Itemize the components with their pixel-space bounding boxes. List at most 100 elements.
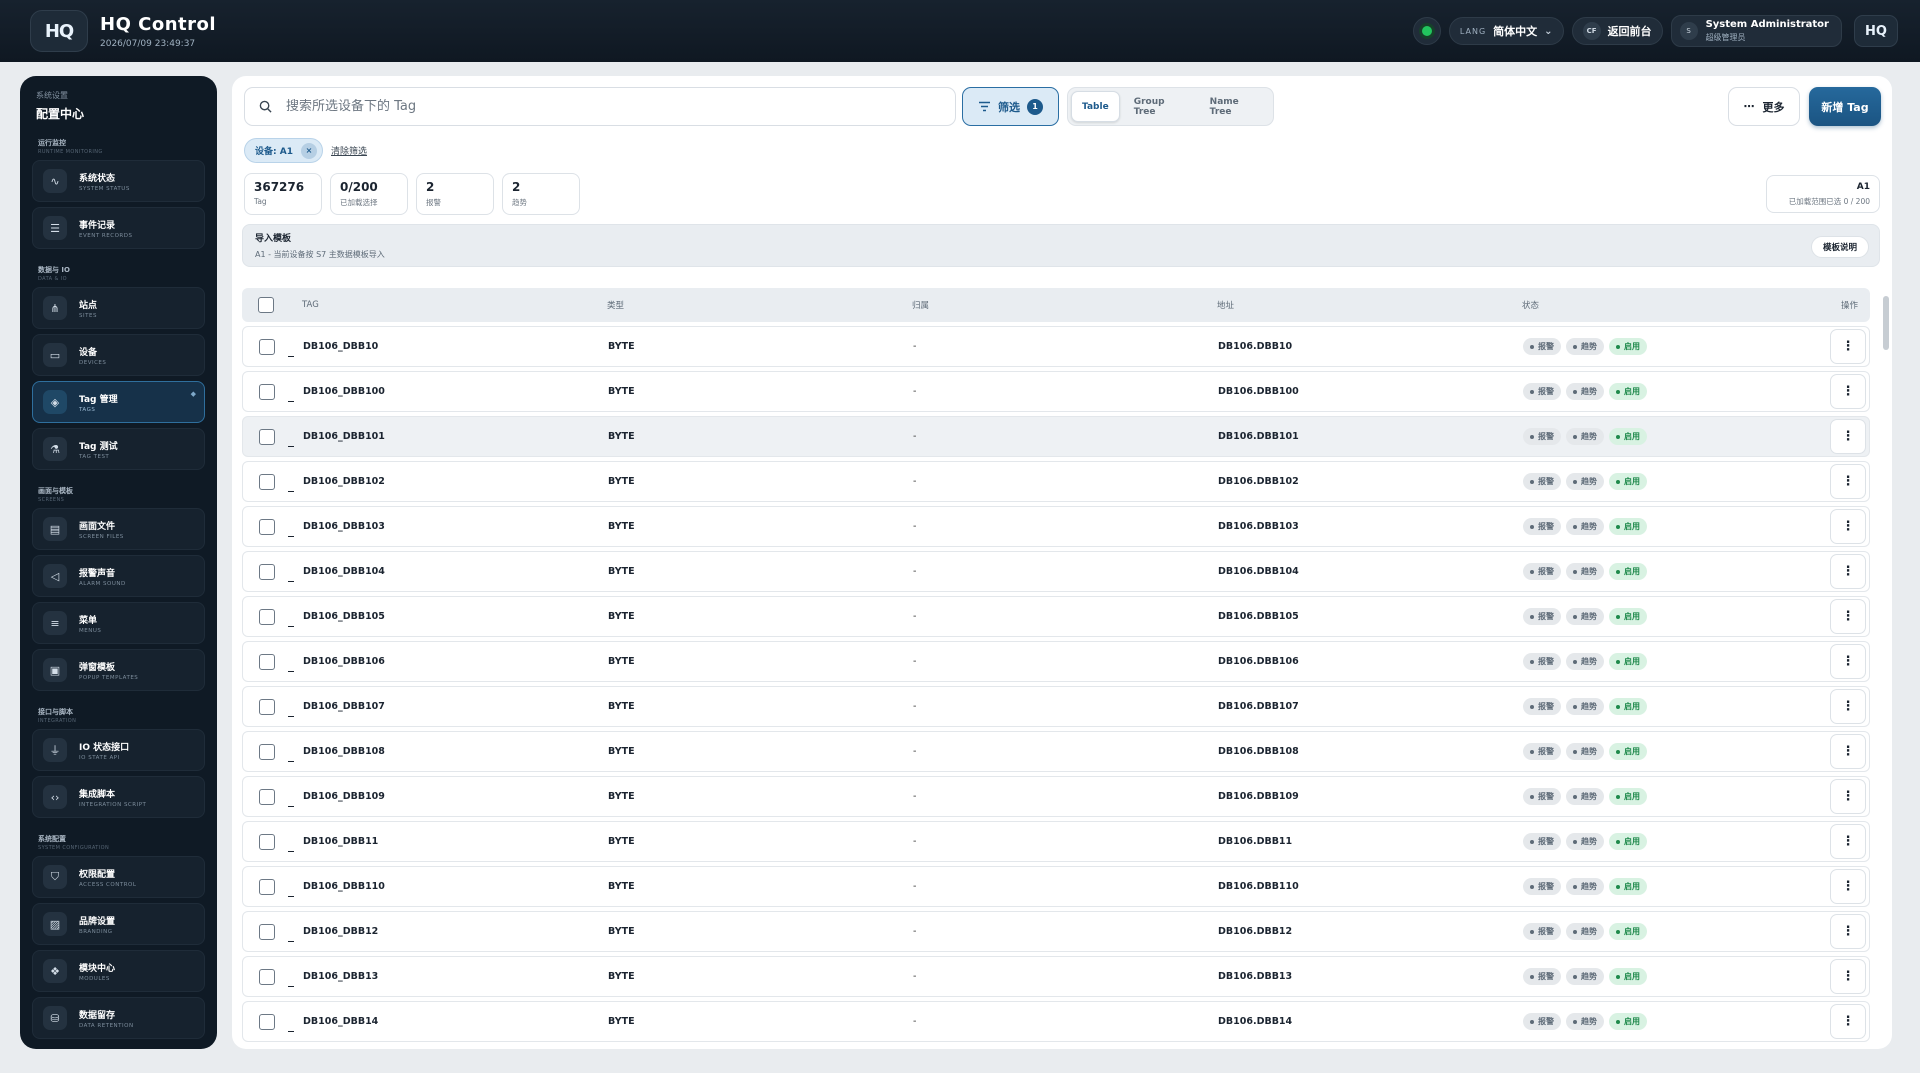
- sidebar-item[interactable]: ▤ 画面文件 SCREEN FILES: [32, 508, 205, 550]
- row-actions-button[interactable]: ⋮: [1830, 689, 1866, 724]
- row-checkbox[interactable]: [259, 698, 275, 715]
- row-checkbox[interactable]: [259, 788, 275, 805]
- brand-logo-small[interactable]: HQ: [1854, 15, 1898, 47]
- row-actions-button[interactable]: ⋮: [1830, 464, 1866, 499]
- cell-address: DB106.DBB10: [1218, 341, 1293, 352]
- row-checkbox[interactable]: [259, 473, 275, 490]
- table-row[interactable]: DB106_DBB11 BYTE - DB106.DBB11 报警 趋势 启用 …: [242, 821, 1870, 862]
- sidebar-item[interactable]: ⏚ IO 状态接口 IO STATE API: [32, 729, 205, 771]
- sidebar-item[interactable]: ≡ 菜单 MENUS: [32, 602, 205, 644]
- table-row[interactable]: DB106_DBB108 BYTE - DB106.DBB108 报警 趋势 启…: [242, 731, 1870, 772]
- more-button[interactable]: ⋯ 更多: [1728, 87, 1800, 126]
- table-row[interactable]: DB106_DBB14 BYTE - DB106.DBB14 报警 趋势 启用 …: [242, 1001, 1870, 1042]
- row-checkbox[interactable]: [259, 653, 275, 670]
- row-checkbox[interactable]: [259, 563, 275, 580]
- sidebar-item[interactable]: ∿ 系统状态 SYSTEM STATUS: [32, 160, 205, 202]
- row-checkbox[interactable]: [259, 968, 275, 985]
- sidebar-item[interactable]: ▣ 弹窗模板 POPUP TEMPLATES: [32, 649, 205, 691]
- row-checkbox[interactable]: [259, 1013, 275, 1030]
- sidebar-item[interactable]: ⛁ 数据留存 DATA RETENTION: [32, 997, 205, 1039]
- table-row[interactable]: DB106_DBB110 BYTE - DB106.DBB110 报警 趋势 启…: [242, 866, 1870, 907]
- sidebar-group-title: 运行监控: [38, 139, 66, 147]
- sidebar-item[interactable]: ❖ 模块中心 MODULES: [32, 950, 205, 992]
- kebab-icon: ⋮: [1841, 429, 1855, 444]
- tag-indent-mark: [288, 941, 294, 942]
- status-pill-label: 趋势: [1581, 927, 1597, 936]
- row-actions-button[interactable]: ⋮: [1830, 1004, 1866, 1039]
- table-row[interactable]: DB106_DBB104 BYTE - DB106.DBB104 报警 趋势 启…: [242, 551, 1870, 592]
- row-actions-button[interactable]: ⋮: [1830, 869, 1866, 904]
- table-row[interactable]: DB106_DBB105 BYTE - DB106.DBB105 报警 趋势 启…: [242, 596, 1870, 637]
- sidebar-item[interactable]: ◈ Tag 管理 TAGS ◆: [32, 381, 205, 423]
- table-row[interactable]: DB106_DBB102 BYTE - DB106.DBB102 报警 趋势 启…: [242, 461, 1870, 502]
- table-row[interactable]: DB106_DBB103 BYTE - DB106.DBB103 报警 趋势 启…: [242, 506, 1870, 547]
- row-actions-button[interactable]: ⋮: [1830, 734, 1866, 769]
- sidebar-item[interactable]: ‹› 集成脚本 INTEGRATION SCRIPT: [32, 776, 205, 818]
- status-pill-label: 启用: [1624, 792, 1640, 801]
- kebab-icon: ⋮: [1841, 654, 1855, 669]
- row-checkbox[interactable]: [259, 878, 275, 895]
- row-checkbox[interactable]: [259, 518, 275, 535]
- cell-status: 报警 趋势 启用: [1523, 923, 1647, 940]
- search-box[interactable]: [244, 87, 956, 126]
- row-checkbox[interactable]: [259, 338, 275, 355]
- stat-label: Tag: [254, 197, 267, 206]
- sidebar-item[interactable]: ⋔ 站点 SITES: [32, 287, 205, 329]
- row-actions-button[interactable]: ⋮: [1830, 419, 1866, 454]
- table-row[interactable]: DB106_DBB13 BYTE - DB106.DBB13 报警 趋势 启用 …: [242, 956, 1870, 997]
- row-actions-button[interactable]: ⋮: [1830, 959, 1866, 994]
- shield-icon: ⛉: [43, 865, 67, 889]
- row-actions-button[interactable]: ⋮: [1830, 374, 1866, 409]
- tab-group-tree[interactable]: Group Tree: [1124, 91, 1196, 122]
- row-actions-button[interactable]: ⋮: [1830, 509, 1866, 544]
- tab-name-tree[interactable]: Name Tree: [1200, 91, 1270, 122]
- row-checkbox[interactable]: [259, 923, 275, 940]
- tab-table[interactable]: Table: [1071, 91, 1120, 122]
- cell-tag: DB106_DBB109: [303, 791, 385, 802]
- sidebar-item[interactable]: ▨ 品牌设置 BRANDING: [32, 903, 205, 945]
- filter-button[interactable]: 筛选 1: [962, 87, 1059, 126]
- search-input[interactable]: [286, 99, 926, 114]
- add-tag-button[interactable]: 新增 Tag: [1809, 87, 1881, 126]
- row-checkbox[interactable]: [259, 743, 275, 760]
- row-checkbox[interactable]: [259, 608, 275, 625]
- table-scrollbar[interactable]: [1882, 288, 1890, 1048]
- row-actions-button[interactable]: ⋮: [1830, 554, 1866, 589]
- row-actions-button[interactable]: ⋮: [1830, 914, 1866, 949]
- table-row[interactable]: DB106_DBB101 BYTE - DB106.DBB101 报警 趋势 启…: [242, 416, 1870, 457]
- table-row[interactable]: DB106_DBB12 BYTE - DB106.DBB12 报警 趋势 启用 …: [242, 911, 1870, 952]
- scrollbar-thumb[interactable]: [1883, 296, 1889, 350]
- status-pill-label: 启用: [1624, 972, 1640, 981]
- row-checkbox[interactable]: [259, 833, 275, 850]
- sidebar-item-sublabel: SCREEN FILES: [79, 533, 124, 540]
- sidebar-item[interactable]: ☰ 事件记录 EVENT RECORDS: [32, 207, 205, 249]
- sidebar-item[interactable]: ◁ 报警声音 ALARM SOUND: [32, 555, 205, 597]
- row-actions-button[interactable]: ⋮: [1830, 824, 1866, 859]
- user-menu[interactable]: S System Administrator 超级管理员: [1670, 15, 1842, 47]
- language-select[interactable]: LANG 简体中文 ⌄: [1448, 17, 1564, 45]
- table-row[interactable]: DB106_DBB109 BYTE - DB106.DBB109 报警 趋势 启…: [242, 776, 1870, 817]
- table-row[interactable]: DB106_DBB106 BYTE - DB106.DBB106 报警 趋势 启…: [242, 641, 1870, 682]
- table-row[interactable]: DB106_DBB100 BYTE - DB106.DBB100 报警 趋势 启…: [242, 371, 1870, 412]
- row-actions-button[interactable]: ⋮: [1830, 644, 1866, 679]
- template-help-button[interactable]: 模板说明: [1811, 236, 1869, 258]
- clear-filters-link[interactable]: 清除筛选: [331, 144, 367, 157]
- status-pill-alarm: 报警: [1523, 833, 1561, 850]
- sidebar-item[interactable]: ▭ 设备 DEVICES: [32, 334, 205, 376]
- row-actions-button[interactable]: ⋮: [1830, 599, 1866, 634]
- table-row[interactable]: DB106_DBB10 BYTE - DB106.DBB10 报警 趋势 启用 …: [242, 326, 1870, 367]
- row-actions-button[interactable]: ⋮: [1830, 779, 1866, 814]
- back-label: 返回前台: [1607, 25, 1652, 38]
- sidebar-item-label: 权限配置: [79, 869, 116, 880]
- select-all-checkbox[interactable]: [258, 297, 274, 313]
- sidebar-item[interactable]: ⚗ Tag 测试 TAG TEST: [32, 428, 205, 470]
- row-actions-button[interactable]: ⋮: [1830, 329, 1866, 364]
- table-row[interactable]: DB106_DBB107 BYTE - DB106.DBB107 报警 趋势 启…: [242, 686, 1870, 727]
- sidebar-item[interactable]: ⛉ 权限配置 ACCESS CONTROL: [32, 856, 205, 898]
- row-checkbox[interactable]: [259, 383, 275, 400]
- back-to-frontend-button[interactable]: CF 返回前台: [1571, 17, 1663, 45]
- remove-chip-icon[interactable]: ×: [300, 142, 317, 159]
- cell-address: DB106.DBB11: [1218, 836, 1293, 847]
- row-checkbox[interactable]: [259, 428, 275, 445]
- app-logo[interactable]: HQ: [30, 10, 88, 52]
